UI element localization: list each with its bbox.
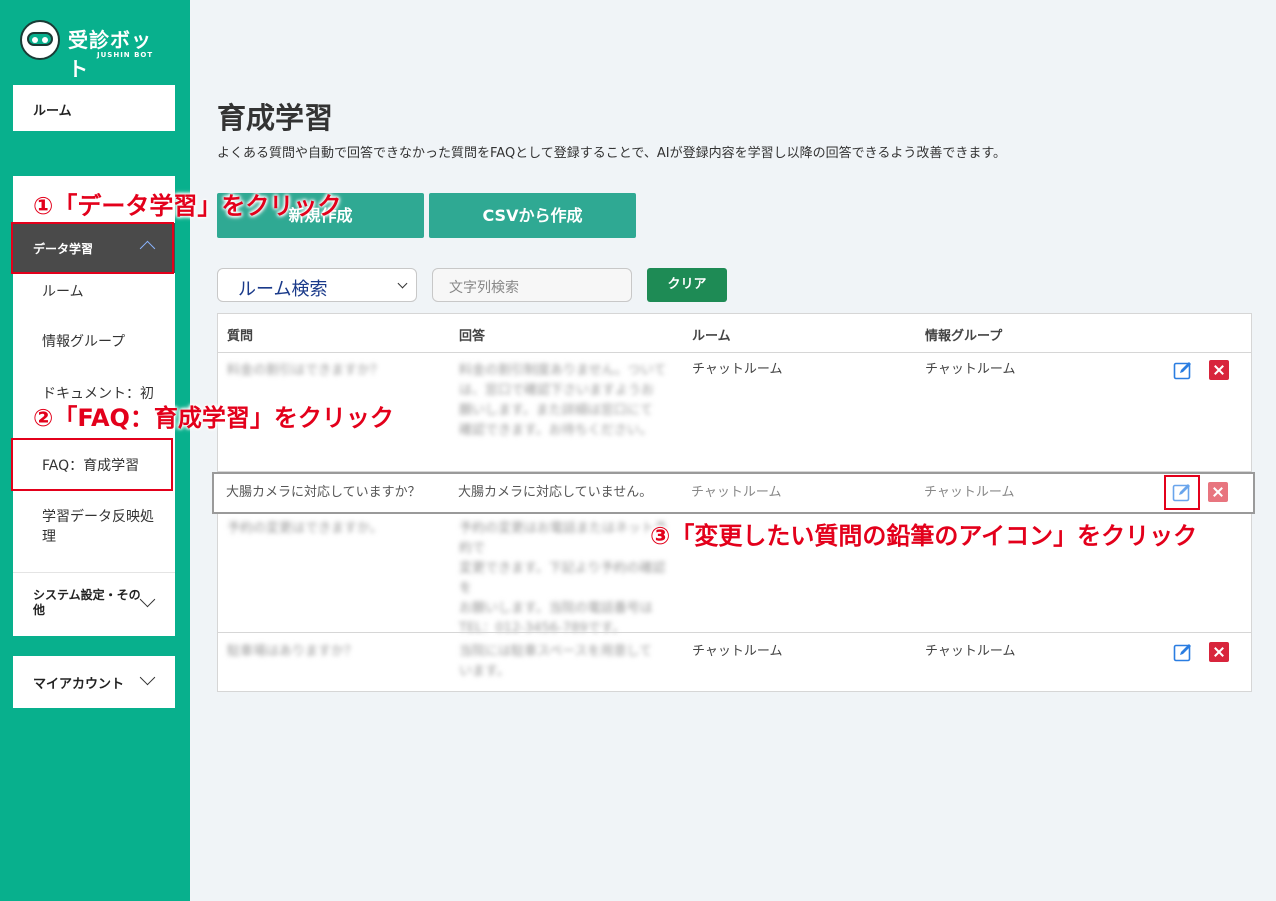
cell-question: 駐車場はありますか？ [227,644,358,659]
cell-room: チャットルーム [692,362,783,377]
sidebar-item-label: マイアカウント [33,677,125,692]
divider [13,572,175,573]
sidebar-item-system[interactable]: システム設定・その他 [33,588,143,618]
page-title: 育成学習 [217,101,334,135]
brand-subtitle: JUSHIN BOT [97,51,154,59]
delete-icon[interactable] [1209,360,1229,380]
brand-logo[interactable]: 受診ボット JUSHIN BOT [20,20,170,81]
column-header-answer: 回答 [459,329,486,344]
sidebar-subitem-label-cont: 理 [42,529,56,545]
answer-line: 料金の割引制度ありません。ついて [459,363,667,378]
cell-room: チャットルーム [692,644,783,659]
cell-room: チャットルーム [691,485,782,500]
column-header-group: 情報グループ [925,329,1003,344]
column-header-question: 質問 [227,329,254,344]
answer-line: お願いします。当院の電話番号は [459,601,653,616]
sidebar-subitem-reflect[interactable]: 学習データ反映処 理 [42,507,154,547]
sidebar-item-account[interactable]: マイアカウント [13,656,175,708]
answer-line: 予約の変更はお電話またはネット予約で [459,521,668,556]
page-description: よくある質問や自動で回答できなかった質問をFAQとして登録することで、AIが登録… [217,146,1007,161]
search-placeholder: 文字列検索 [449,280,519,296]
table-row-highlighted[interactable]: 大腸カメラに対応していますか？ 大腸カメラに対応していません。 チャットルーム … [212,472,1255,514]
clear-button[interactable]: クリア [647,268,727,302]
search-input[interactable]: 文字列検索 [432,268,632,302]
robot-logo-icon [20,20,60,60]
room-select-value: ルーム検索 [238,279,328,300]
sidebar-subitem-label: 学習データ反映処 [42,509,154,525]
edit-pencil-icon[interactable] [1173,360,1193,380]
answer-line: TEL：012-3456-789です。 [459,621,626,636]
cell-group: チャットルーム [925,362,1016,377]
cell-question: 予約の変更はできますか。 [227,521,383,536]
cell-answer: 大腸カメラに対応していません。 [458,485,653,500]
delete-icon[interactable] [1208,482,1228,502]
delete-icon[interactable] [1209,642,1229,662]
cell-answer: 当院には駐車スペースを用意して います。 [459,642,674,682]
annotation-step2: ②「FAQ：育成学習」をクリック [33,404,394,432]
annotation-step1: ①「データ学習」をクリック [33,192,342,220]
sidebar-subitem-info-group[interactable]: 情報グループ [42,332,125,352]
room-select[interactable]: ルーム検索 [217,268,417,302]
chevron-down-icon [139,669,156,686]
answer-line: 変更できます。下記より予約の確認を [459,561,666,596]
highlight-faq [11,438,173,491]
cell-question: 料金の割引はできますか？ [227,363,384,378]
sidebar-item-label: ルーム [33,104,72,119]
csv-create-button[interactable]: CSVから作成 [429,193,636,238]
highlight-data-learning [11,222,174,274]
answer-line: います。 [459,664,510,679]
annotation-step3: ③「変更したい質問の鉛筆のアイコン」をクリック [650,522,1198,550]
cell-question: 大腸カメラに対応していますか？ [226,485,421,500]
highlight-edit-icon [1164,475,1200,510]
answer-line: 当院には駐車スペースを用意して [459,644,653,659]
edit-pencil-icon[interactable] [1173,642,1193,662]
chevron-down-icon [397,278,408,289]
divider [218,632,1251,633]
answer-line: 願いします。また詳細は窓口にて [459,403,653,418]
cell-answer: 料金の割引制度ありません。ついて は、窓口で確認下さいますようお 願いします。ま… [459,361,674,441]
answer-line: 確認できます。お待ちください。 [459,423,653,438]
sidebar-item-room[interactable]: ルーム [13,85,175,131]
cell-answer: 予約の変更はお電話またはネット予約で 変更できます。下記より予約の確認を お願い… [459,519,674,639]
sidebar-subitem-room[interactable]: ルーム [42,282,84,302]
answer-line: は、窓口で確認下さいますようお [459,383,655,398]
divider [218,352,1251,353]
column-header-room: ルーム [692,329,731,344]
cell-group: チャットルーム [925,644,1016,659]
cell-group: チャットルーム [924,485,1015,500]
